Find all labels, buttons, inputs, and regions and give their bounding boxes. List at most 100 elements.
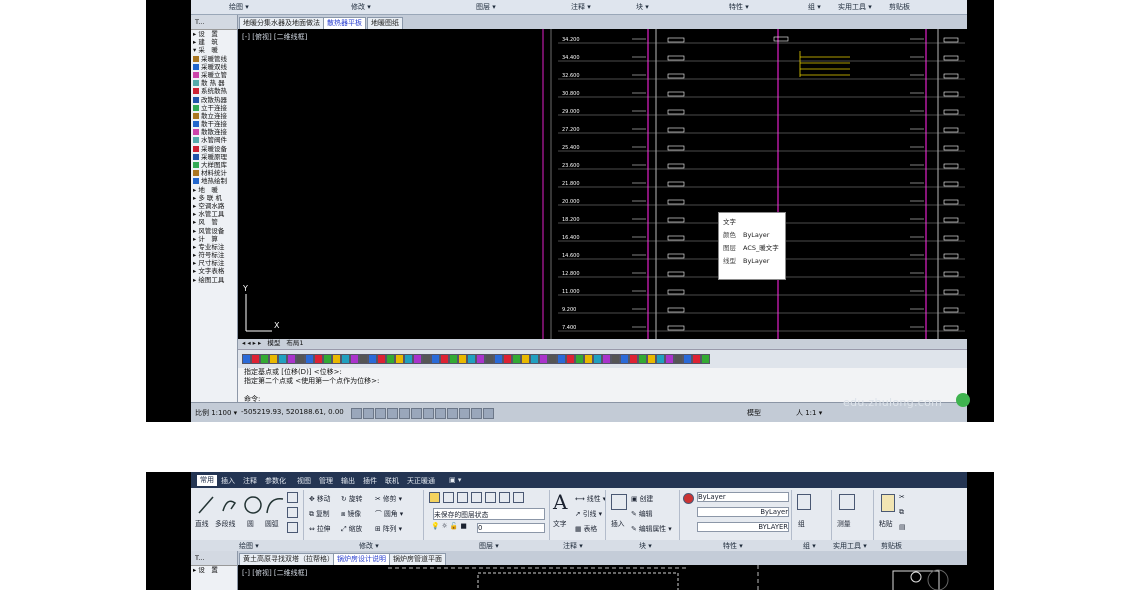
insert-button[interactable]: 插入	[611, 518, 625, 528]
toolbar-button[interactable]	[431, 354, 440, 364]
toolbar-button[interactable]	[638, 354, 647, 364]
transparency-toggle[interactable]	[459, 408, 470, 419]
linear-dim-button[interactable]: ⟷ 线性 ▾	[575, 493, 606, 503]
toolbar-button[interactable]	[314, 354, 323, 364]
tool-panel-item[interactable]: ▸ 尺寸标注	[191, 259, 237, 267]
group-groups[interactable]: 组 ▾	[808, 2, 821, 12]
toolbar-button[interactable]	[350, 354, 359, 364]
qp-toggle[interactable]	[471, 408, 482, 419]
toolbar-button[interactable]	[467, 354, 476, 364]
tab-manage[interactable]: 管理	[319, 476, 333, 486]
toolbar-button[interactable]	[404, 354, 413, 364]
toolbar-button[interactable]	[386, 354, 395, 364]
tool-panel-item[interactable]: ▸ 设 置	[191, 566, 237, 574]
text-icon[interactable]: A	[553, 490, 567, 514]
create-block-button[interactable]: ▣ 创建	[631, 493, 653, 503]
polar-toggle[interactable]	[387, 408, 398, 419]
tab-tianzheng-hvac[interactable]: 天正暖通	[407, 476, 435, 486]
tool-panel-item[interactable]: 采暖双线	[191, 63, 237, 71]
layer-tool-icon[interactable]	[471, 492, 482, 503]
toolbar-button[interactable]	[260, 354, 269, 364]
array-button[interactable]: ⊞ 阵列 ▾	[375, 523, 402, 533]
group-properties[interactable]: 特性 ▾	[729, 2, 749, 12]
hatch-icon[interactable]	[287, 507, 298, 518]
layer-tool-icon[interactable]	[499, 492, 510, 503]
nav-arrows[interactable]: ◂ ◂ ▸ ▸	[242, 339, 261, 347]
toolbar-button[interactable]	[521, 354, 530, 364]
toolbar-button[interactable]	[359, 354, 368, 364]
lineweight-toggle[interactable]	[447, 408, 458, 419]
toolbar-button[interactable]	[539, 354, 548, 364]
tab-output[interactable]: 输出	[341, 476, 355, 486]
group-groups[interactable]: 组 ▾	[803, 541, 816, 551]
ortho-toggle[interactable]	[375, 408, 386, 419]
toolbar-button[interactable]	[377, 354, 386, 364]
fillet-button[interactable]: ⌒ 圆角 ▾	[375, 508, 403, 518]
toolbar-button[interactable]	[494, 354, 503, 364]
group-icon[interactable]	[797, 494, 811, 510]
layer-state-dropdown[interactable]: 未保存的图层状态	[433, 508, 545, 520]
color-wheel-icon[interactable]	[683, 493, 694, 504]
toolbar-button[interactable]	[665, 354, 674, 364]
tool-panel-item[interactable]: ▸ 水管工具	[191, 210, 237, 218]
arc-button[interactable]: 圆弧	[265, 518, 279, 528]
group-utilities[interactable]: 实用工具 ▾	[838, 2, 872, 12]
tool-panel-item[interactable]: 散散连接	[191, 128, 237, 136]
toolbar-button[interactable]	[485, 354, 494, 364]
annotation-scale[interactable]: 人 1:1 ▾	[796, 408, 822, 418]
tool-panel-item[interactable]: ▸ 专业标注	[191, 243, 237, 251]
table-button[interactable]: ▦ 表格	[575, 523, 597, 533]
lineweight-dropdown[interactable]: BYLAYER	[697, 522, 789, 532]
toolbar-button[interactable]	[647, 354, 656, 364]
rotate-button[interactable]: ↻ 旋转	[341, 493, 362, 503]
linetype-dropdown[interactable]: ByLayer	[697, 507, 789, 517]
toolbar-button[interactable]	[413, 354, 422, 364]
tab-view[interactable]: 视图	[297, 476, 311, 486]
layer-tool-icon[interactable]	[443, 492, 454, 503]
toolbar-button[interactable]	[395, 354, 404, 364]
tool-panel-item[interactable]: 采暖设备	[191, 145, 237, 153]
toolbar-button[interactable]	[611, 354, 620, 364]
tool-panel-item[interactable]: ▸ 绘图工具	[191, 276, 237, 284]
tab-insert[interactable]: 插入	[221, 476, 235, 486]
toolbar-button[interactable]	[305, 354, 314, 364]
tool-panel-item[interactable]: 地热绘制	[191, 177, 237, 185]
toolbar-button[interactable]	[629, 354, 638, 364]
tool-panel-item[interactable]: 散干连接	[191, 120, 237, 128]
scale-selector[interactable]: 比例 1:100 ▾	[195, 408, 237, 418]
toolbar-button[interactable]	[449, 354, 458, 364]
color-dropdown[interactable]: ByLayer	[697, 492, 789, 502]
tool-panel-item[interactable]: ▾ 采 暖	[191, 46, 237, 54]
tool-panel-item[interactable]: ▸ 符号标注	[191, 251, 237, 259]
toolbar-button[interactable]	[368, 354, 377, 364]
group-clipboard[interactable]: 剪贴板	[881, 541, 902, 551]
tool-panel-item[interactable]: ▸ 计 算	[191, 235, 237, 243]
tool-panel-item[interactable]: 改散热器	[191, 96, 237, 104]
tool-panel-item[interactable]: 大样图库	[191, 161, 237, 169]
tool-panel-item[interactable]: 采暖原理	[191, 153, 237, 161]
tool-panel-item[interactable]: 材料统计	[191, 169, 237, 177]
tab-home[interactable]: 常用	[197, 475, 217, 486]
tab-layout1[interactable]: 布局1	[286, 339, 303, 347]
group-properties[interactable]: 特性 ▾	[723, 541, 743, 551]
group-block[interactable]: 块 ▾	[639, 541, 652, 551]
tool-panel-item[interactable]: ▸ 建 筑	[191, 38, 237, 46]
tool-panel-item[interactable]: ▸ 风管设备	[191, 227, 237, 235]
edit-block-button[interactable]: ✎ 编辑	[631, 508, 652, 518]
tool-panel-item[interactable]: 水管阀件	[191, 136, 237, 144]
group-button[interactable]: 组	[798, 518, 805, 528]
toolbar-button[interactable]	[332, 354, 341, 364]
toolbar-button[interactable]	[566, 354, 575, 364]
dyn-toggle[interactable]	[435, 408, 446, 419]
viewport-label[interactable]: [-] [俯视] [二维线框]	[242, 32, 307, 42]
layer-tool-icon[interactable]	[513, 492, 524, 503]
copy-button[interactable]: ⧉ 复制	[309, 508, 330, 519]
layer-properties-icon[interactable]	[429, 492, 440, 503]
ducs-toggle[interactable]	[423, 408, 434, 419]
toolbar-button[interactable]	[683, 354, 692, 364]
tab-online[interactable]: 联机	[385, 476, 399, 486]
tool-panel-item[interactable]: ▸ 设 置	[191, 30, 237, 38]
layer-dropdown[interactable]: 0	[477, 523, 545, 533]
paste-icon[interactable]	[881, 494, 895, 512]
edit-attributes-button[interactable]: ✎ 编辑属性 ▾	[631, 523, 672, 533]
